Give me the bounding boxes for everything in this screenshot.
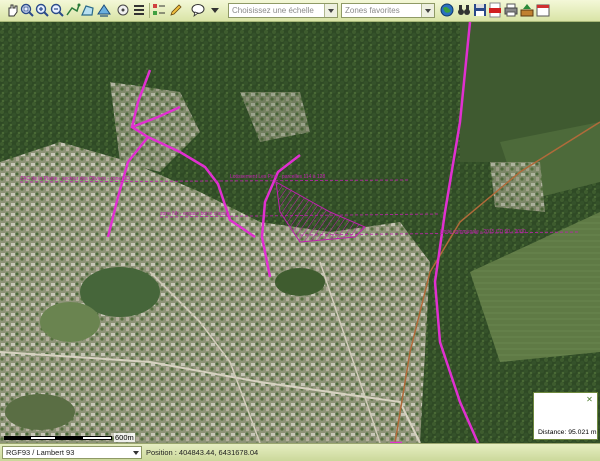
aerial-imagery: ZAC de la Plaine - secteur des Oliviers … [0, 22, 600, 443]
parcel-annotation: Lotissement Les Pins - parcelles 114 à 1… [230, 174, 325, 180]
zones-select[interactable]: Zones favorites [341, 3, 435, 18]
layers-list-icon[interactable] [131, 2, 147, 18]
save-icon[interactable] [472, 2, 488, 18]
map-toolbar: Choisissez une échelle Zones favorites [0, 0, 600, 22]
export-icon[interactable] [519, 2, 535, 18]
binoculars-icon[interactable] [456, 2, 472, 18]
measure-area-icon[interactable] [80, 2, 96, 18]
scale-select[interactable]: Choisissez une échelle [228, 3, 338, 18]
distance-popup: ✕ Distance: 95.021 m [533, 392, 598, 440]
parcel-annotation: limite communale - 2015 CD 50 - 3000 [440, 229, 526, 235]
measure-distance-icon[interactable] [65, 2, 81, 18]
scale-bar-segment [56, 436, 82, 440]
crs-select-value: RGF93 / Lambert 93 [6, 448, 75, 457]
comment-icon[interactable] [190, 2, 206, 18]
print-icon[interactable] [503, 2, 519, 18]
zoom-in-icon[interactable] [34, 2, 50, 18]
cursor-position: Position : 404843.44, 6431678.04 [146, 448, 259, 457]
pdf-icon[interactable] [487, 2, 503, 18]
scale-bar-label: 600m [114, 433, 135, 442]
scale-bar-segment [4, 436, 30, 440]
chevron-down-icon [421, 4, 434, 17]
parcel-annotation: ZAC de la Plaine - secteur des Oliviers … [20, 176, 130, 182]
pencil-icon[interactable] [168, 2, 184, 18]
toolbar-separator [149, 3, 150, 18]
crs-select[interactable]: RGF93 / Lambert 93 [2, 446, 142, 459]
pan-icon[interactable] [4, 2, 20, 18]
scale-select-value: Choisissez une échelle [232, 6, 314, 15]
zoom-out-icon[interactable] [49, 2, 65, 18]
globe-icon[interactable] [439, 2, 455, 18]
zoom-extent-icon[interactable] [19, 2, 35, 18]
scale-bar-segment [30, 436, 56, 440]
close-icon[interactable]: ✕ [585, 395, 594, 404]
parcel-annotation: zone Nb - espace boisé classé [160, 211, 228, 217]
chevron-down-icon[interactable] [207, 2, 223, 18]
calendar-icon[interactable] [535, 2, 551, 18]
distance-value: Distance: 95.021 m [538, 429, 597, 436]
scale-bar-segment [82, 436, 112, 440]
status-bar: RGF93 / Lambert 93 Position : 404843.44,… [0, 443, 600, 461]
chevron-down-icon [131, 447, 141, 458]
zones-select-value: Zones favorites [345, 6, 400, 15]
info-icon[interactable] [96, 2, 112, 18]
map-canvas[interactable]: ZAC de la Plaine - secteur des Oliviers … [0, 22, 600, 443]
legend-icon[interactable] [151, 2, 167, 18]
chevron-down-icon [324, 4, 337, 17]
recenter-icon[interactable] [115, 2, 131, 18]
